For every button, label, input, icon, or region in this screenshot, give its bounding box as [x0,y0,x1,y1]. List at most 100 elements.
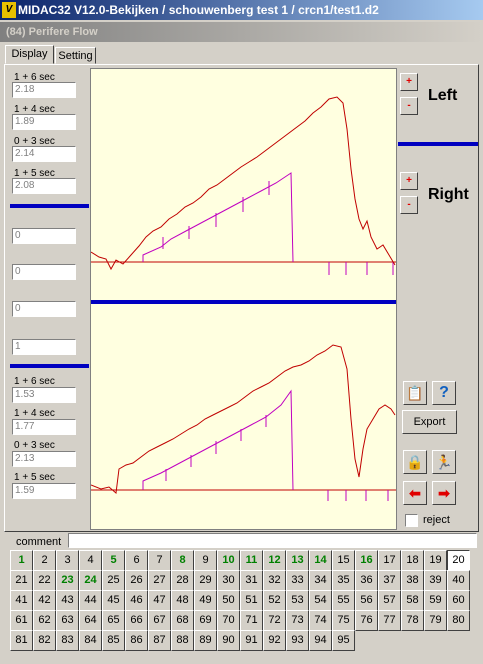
grid-cell[interactable]: 35 [332,570,355,591]
grid-cell[interactable]: 49 [194,590,217,611]
grid-cell[interactable]: 52 [263,590,286,611]
grid-cell[interactable]: 34 [309,570,332,591]
grid-cell[interactable]: 48 [171,590,194,611]
grid-cell[interactable]: 62 [33,610,56,631]
grid-cell[interactable]: 60 [447,590,470,611]
grid-cell[interactable]: 8 [171,550,194,571]
grid-cell[interactable]: 45 [102,590,125,611]
grid-cell[interactable]: 39 [424,570,447,591]
grid-cell[interactable]: 61 [10,610,33,631]
grid-cell[interactable]: 16 [355,550,378,571]
left-minus-button[interactable]: - [400,97,418,115]
grid-cell[interactable]: 70 [217,610,240,631]
grid-cell[interactable]: 68 [171,610,194,631]
grid-cell[interactable]: 28 [171,570,194,591]
grid-cell[interactable]: 69 [194,610,217,631]
grid-cell[interactable]: 5 [102,550,125,571]
grid-cell[interactable]: 20 [447,550,470,571]
grid-cell[interactable]: 74 [309,610,332,631]
grid-cell[interactable]: 80 [447,610,470,631]
grid-cell[interactable]: 2 [33,550,56,571]
grid-cell[interactable]: 54 [309,590,332,611]
right-plus-button[interactable]: + [400,172,418,190]
grid-cell[interactable]: 26 [125,570,148,591]
grid-cell[interactable]: 4 [79,550,102,571]
grid-cell[interactable]: 76 [355,610,378,631]
grid-cell[interactable]: 53 [286,590,309,611]
grid-cell[interactable]: 10 [217,550,240,571]
count-field[interactable]: 0 [12,301,76,317]
grid-cell[interactable]: 13 [286,550,309,571]
grid-cell[interactable]: 9 [194,550,217,571]
grid-cell[interactable]: 59 [424,590,447,611]
comment-input[interactable] [68,533,477,548]
count-field[interactable]: 0 [12,228,76,244]
grid-cell[interactable]: 41 [10,590,33,611]
grid-cell[interactable]: 89 [194,630,217,651]
grid-cell[interactable]: 42 [33,590,56,611]
grid-cell[interactable]: 17 [378,550,401,571]
tab-setting[interactable]: Setting [55,47,96,64]
left-plus-button[interactable]: + [400,73,418,91]
tab-display[interactable]: Display [5,45,54,64]
grid-cell[interactable]: 7 [148,550,171,571]
grid-cell[interactable]: 87 [148,630,171,651]
grid-cell[interactable]: 73 [286,610,309,631]
grid-cell[interactable]: 24 [79,570,102,591]
grid-cell[interactable]: 22 [33,570,56,591]
grid-cell[interactable]: 56 [355,590,378,611]
arrow-left-icon[interactable]: ⬅ [403,481,427,505]
grid-cell[interactable]: 18 [401,550,424,571]
right-minus-button[interactable]: - [400,196,418,214]
grid-cell[interactable]: 88 [171,630,194,651]
runner-icon[interactable]: 🏃 [432,450,456,474]
grid-cell[interactable]: 71 [240,610,263,631]
grid-cell[interactable]: 6 [125,550,148,571]
grid-cell[interactable]: 40 [447,570,470,591]
grid-cell[interactable]: 55 [332,590,355,611]
grid-cell[interactable]: 78 [401,610,424,631]
grid-cell[interactable]: 65 [102,610,125,631]
lock-icon[interactable]: 🔒 [403,450,427,474]
grid-cell[interactable]: 1 [10,550,33,571]
grid-cell[interactable]: 23 [56,570,79,591]
clipboard-icon[interactable]: 📋 [403,381,427,405]
grid-cell[interactable]: 38 [401,570,424,591]
grid-cell[interactable]: 63 [56,610,79,631]
grid-cell[interactable]: 91 [240,630,263,651]
grid-cell[interactable]: 92 [263,630,286,651]
grid-cell[interactable]: 95 [332,630,355,651]
grid-cell[interactable]: 46 [125,590,148,611]
grid-cell[interactable]: 66 [125,610,148,631]
grid-cell[interactable]: 50 [217,590,240,611]
count-field[interactable]: 1 [12,339,76,355]
grid-cell[interactable]: 94 [309,630,332,651]
grid-cell[interactable]: 75 [332,610,355,631]
grid-cell[interactable]: 21 [10,570,33,591]
grid-cell[interactable]: 86 [125,630,148,651]
grid-cell[interactable]: 82 [33,630,56,651]
grid-cell[interactable]: 57 [378,590,401,611]
grid-cell[interactable]: 14 [309,550,332,571]
grid-cell[interactable]: 19 [424,550,447,571]
export-button[interactable]: Export [402,410,457,434]
grid-cell[interactable]: 72 [263,610,286,631]
grid-cell[interactable]: 3 [56,550,79,571]
grid-cell[interactable]: 37 [378,570,401,591]
grid-cell[interactable]: 93 [286,630,309,651]
grid-cell[interactable]: 43 [56,590,79,611]
grid-cell[interactable]: 64 [79,610,102,631]
grid-cell[interactable]: 31 [240,570,263,591]
grid-cell[interactable]: 15 [332,550,355,571]
grid-cell[interactable]: 85 [102,630,125,651]
grid-cell[interactable]: 12 [263,550,286,571]
grid-cell[interactable]: 90 [217,630,240,651]
grid-cell[interactable]: 67 [148,610,171,631]
grid-cell[interactable]: 83 [56,630,79,651]
grid-cell[interactable]: 84 [79,630,102,651]
count-field[interactable]: 0 [12,264,76,280]
arrow-right-icon[interactable]: ➡ [432,481,456,505]
grid-cell[interactable]: 77 [378,610,401,631]
reject-checkbox[interactable] [405,514,418,527]
grid-cell[interactable]: 58 [401,590,424,611]
